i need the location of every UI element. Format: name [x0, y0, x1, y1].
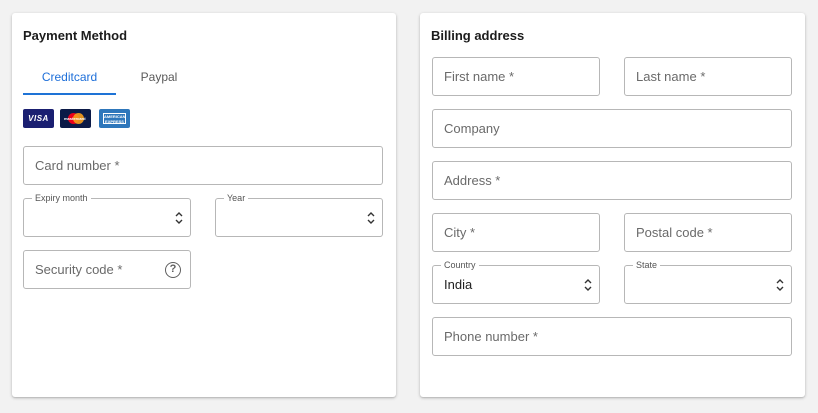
postal-code-field[interactable]: Postal code * — [624, 213, 792, 252]
last-name-field[interactable]: Last name * — [624, 57, 792, 96]
city-placeholder: City * — [444, 225, 476, 240]
country-label: Country — [441, 259, 479, 271]
mastercard-icon: mastercard — [60, 109, 91, 128]
year-label: Year — [224, 192, 249, 204]
amex-icon: AMERICAN EXPRESS — [99, 109, 130, 128]
security-code-field[interactable]: Security code * ? — [23, 250, 191, 289]
year-select[interactable]: Year — [215, 192, 383, 237]
billing-address-title: Billing address — [431, 28, 525, 43]
chevron-updown-icon — [367, 212, 375, 224]
city-field[interactable]: City * — [432, 213, 600, 252]
address-placeholder: Address * — [444, 173, 501, 188]
card-number-field[interactable]: Card number * — [23, 146, 383, 185]
last-name-placeholder: Last name * — [636, 69, 706, 84]
chevron-updown-icon — [175, 212, 183, 224]
state-label: State — [633, 259, 661, 271]
tab-paypal[interactable]: Paypal — [116, 63, 202, 95]
phone-number-field[interactable]: Phone number * — [432, 317, 792, 356]
company-field[interactable]: Company — [432, 109, 792, 148]
billing-address-card: Billing address First name * Last name *… — [420, 13, 805, 397]
card-number-placeholder: Card number * — [35, 158, 120, 173]
tab-creditcard[interactable]: Creditcard — [23, 63, 116, 95]
chevron-updown-icon — [584, 279, 592, 291]
chevron-updown-icon — [776, 279, 784, 291]
address-field[interactable]: Address * — [432, 161, 792, 200]
first-name-placeholder: First name * — [444, 69, 515, 84]
company-placeholder: Company — [444, 121, 500, 136]
country-value: India — [444, 277, 473, 292]
state-select[interactable]: State — [624, 259, 792, 304]
visa-icon: VISA — [23, 109, 54, 128]
postal-code-placeholder: Postal code * — [636, 225, 713, 240]
security-code-placeholder: Security code * — [35, 262, 123, 277]
country-select[interactable]: Country India — [432, 259, 600, 304]
phone-number-placeholder: Phone number * — [444, 329, 538, 344]
payment-method-title: Payment Method — [23, 28, 128, 43]
expiry-month-select[interactable]: Expiry month — [23, 192, 191, 237]
payment-method-card: Payment Method Creditcard Paypal VISA ma… — [12, 13, 396, 397]
help-icon[interactable]: ? — [165, 262, 181, 278]
expiry-month-label: Expiry month — [32, 192, 91, 204]
first-name-field[interactable]: First name * — [432, 57, 600, 96]
